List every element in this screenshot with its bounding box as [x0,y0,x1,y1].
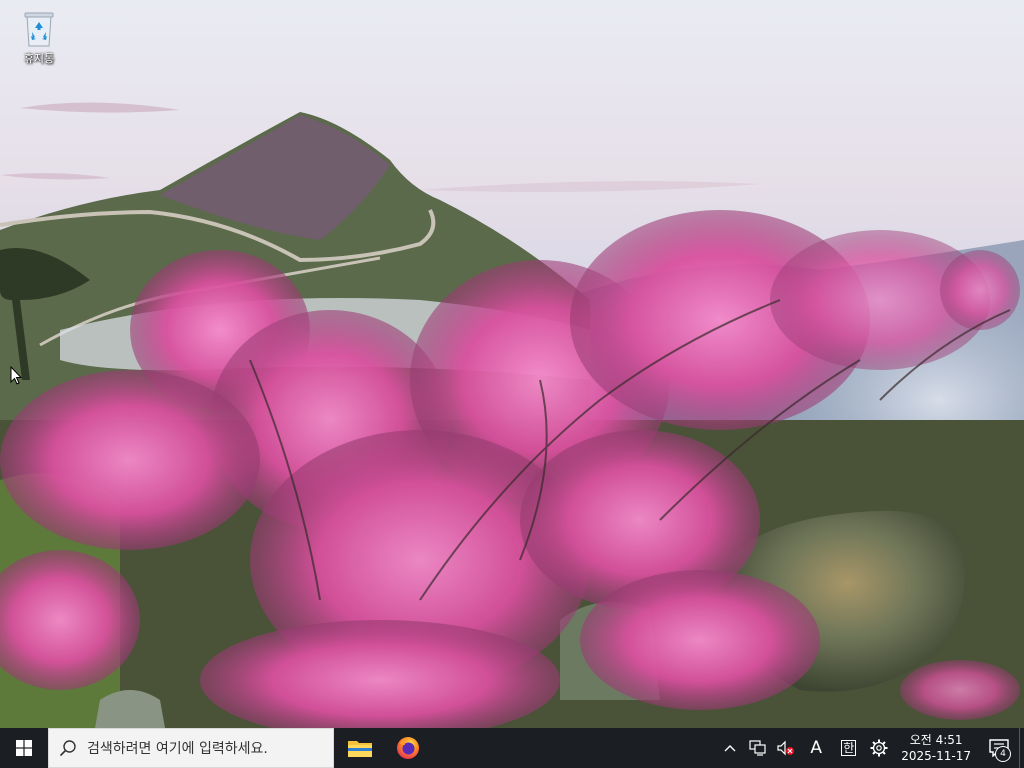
taskbar: 검색하려면 여기에 입력하세요. A 한 오전 4:51 2025-11-17 … [0,728,1024,768]
chevron-up-icon [724,745,736,752]
network-button[interactable] [744,728,772,768]
ime-han-label: 한 [841,740,857,756]
action-center-button[interactable]: 4 [979,728,1019,768]
windows-logo-icon [16,740,32,756]
clock-time: 오전 4:51 [909,733,963,747]
notification-count-badge: 4 [995,746,1011,762]
volume-muted-icon [777,740,795,756]
desktop: 휴지통 검색하려면 여기에 입력하세요. A 한 오전 4:51 2025-11… [0,0,1024,768]
taskbar-clock[interactable]: 오전 4:51 2025-11-17 [893,732,979,764]
settings-tray-button[interactable] [865,728,893,768]
firefox-icon [397,737,419,759]
volume-button[interactable] [772,728,800,768]
desktop-icon-recycle-bin[interactable]: 휴지통 [12,10,66,76]
ime-han-button[interactable]: 한 [832,728,865,768]
search-icon [59,740,76,757]
start-button[interactable] [0,728,48,768]
mouse-cursor [10,366,22,385]
recycle-bin-icon [24,12,54,47]
taskbar-app-firefox[interactable] [384,728,432,768]
search-box[interactable]: 검색하려면 여기에 입력하세요. [48,728,334,768]
show-hidden-icons-button[interactable] [716,728,744,768]
show-desktop-button[interactable] [1019,728,1024,768]
wallpaper [0,0,1024,728]
input-mode-indicator[interactable]: A [800,728,832,768]
network-icon [749,740,766,756]
taskbar-app-file-explorer[interactable] [336,728,384,768]
system-tray: A 한 오전 4:51 2025-11-17 4 [716,728,1024,768]
clock-date: 2025-11-17 [901,749,971,763]
desktop-icon-label: 휴지통 [23,52,55,65]
gear-icon [870,739,888,757]
search-placeholder: 검색하려면 여기에 입력하세요. [87,741,268,757]
folder-icon [348,741,372,757]
